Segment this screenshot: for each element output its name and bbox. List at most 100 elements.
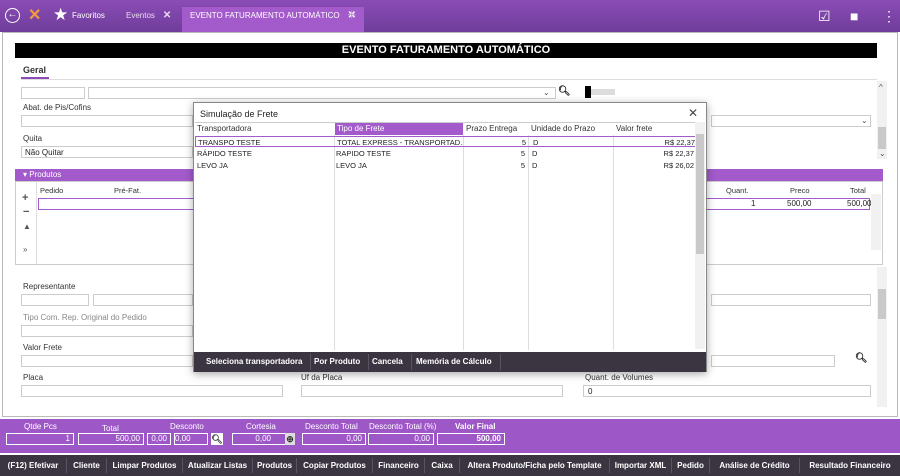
scrollbar[interactable] [877,81,887,159]
desconto-label: Desconto [170,422,204,431]
tipo-com-field[interactable] [21,325,193,337]
altera-produto-button[interactable]: Altera Produto/Ficha pelo Template [460,458,610,473]
quita-select[interactable]: Não Quitar [21,146,193,158]
produtos-button[interactable]: Produtos [253,458,297,473]
col-unidade-prazo[interactable]: Unidade do Prazo [529,123,613,135]
valor-final-label: Valor Final [455,422,496,431]
qtde-pcs-label: Qtde Pcs [24,422,57,431]
totals-bar: Qtde Pcs 1 Total 500,00 Desconto 0,00 0,… [0,419,900,453]
col-prazo-entrega[interactable]: Prazo Entrega [464,123,528,135]
limpar-produtos-button[interactable]: Limpar Produtos [107,458,183,473]
tipo-com-label: Tipo Com. Rep. Original do Pedido [23,313,147,322]
cell-tipo: RAPIDO TESTE [336,149,391,158]
placa-field[interactable] [21,385,283,397]
scrollbar[interactable] [695,122,705,349]
chat-icon[interactable]: ■ [850,8,858,24]
chevron-down-icon[interactable]: ⌄ [861,116,868,125]
right-field-2[interactable] [711,355,835,367]
uf-placa-label: Uf da Placa [301,373,343,382]
right-select[interactable] [711,115,871,127]
table-row[interactable]: TRANSPO TESTE TOTAL EXPRESS - TRANSPORTA… [195,136,696,147]
table-row[interactable]: LEVO JA LEVO JA 5 D R$ 26,02 [195,160,696,171]
seleciona-transportadora-button[interactable]: Seleciona transportadora [198,354,312,370]
tab-label: EVENTO FATURAMENTO AUTOMÁTICO [190,11,340,20]
row-preco: 500,00 [787,199,812,208]
cell-prazo: 5 [520,149,525,158]
desconto-pct-field[interactable]: 0,00 [147,433,171,445]
search-icon[interactable]: 🔍︎ [558,86,571,97]
add-icon[interactable]: + [22,192,28,204]
valor-final-value: 500,00 [437,433,505,445]
move-up-icon[interactable]: ▲ [23,222,31,231]
remove-icon[interactable]: − [23,206,29,218]
copiar-produtos-button[interactable]: Copiar Produtos [297,458,373,473]
caixa-button[interactable]: Caixa [425,458,460,473]
col-preco: Preco [790,186,810,195]
clipboard-icon[interactable]: ☑ [818,8,831,25]
efetivar-button[interactable]: (F12) Efetivar [0,458,67,473]
page-title: EVENTO FATURAMENTO AUTOMÁTICO [15,43,877,58]
scrollbar[interactable] [871,194,881,250]
cell-valor: R$ 22,37 [663,149,694,158]
col-valor-frete[interactable]: Valor frete [614,123,696,135]
scroll-down-icon[interactable]: ⌄ [879,149,886,158]
more-icon[interactable]: ⋮ [882,8,896,25]
back-icon[interactable]: ← [5,8,20,23]
dialog-title: Simulação de Frete [200,109,279,119]
favorites-link[interactable]: Favoritos [72,11,105,20]
valor-frete-field[interactable] [21,355,193,367]
expand-icon[interactable]: » [23,245,27,254]
col-tipo-frete[interactable]: Tipo de Frete [335,123,463,135]
app-logo: ✕ [28,7,42,24]
desconto-field[interactable]: 0,00 [174,433,208,445]
representante-name[interactable] [93,294,193,306]
atualizar-listas-button[interactable]: Atualizar Listas [183,458,253,473]
representante-code[interactable] [21,294,89,306]
cell-transportadora: TRANSPO TESTE [198,138,261,147]
tab-evento-faturamento[interactable]: EVENTO FATURAMENTO AUTOMÁTICO ✕ [182,7,365,32]
close-icon[interactable]: ✕ [163,10,171,21]
abat-field[interactable] [21,115,193,127]
cliente-button[interactable]: Cliente [67,458,107,473]
por-produto-button[interactable]: Por Produto [306,354,370,370]
search-icon[interactable]: ⊕ [285,433,295,445]
cell-unidade: D [533,138,539,147]
col-transportadora[interactable]: Transportadora [195,123,334,135]
quant-volumes-field[interactable]: 0 [583,385,871,397]
desconto-total-pct-label: Desconto Total (%) [369,422,437,431]
memoria-calculo-button[interactable]: Memória de Cálculo [408,354,501,370]
cell-unidade: D [532,149,538,158]
row-total: 500,00 [847,199,872,208]
star-icon[interactable]: ★ [53,5,68,25]
col-total: Total [850,186,866,195]
analise-credito-button[interactable]: Análise de Crédito [710,458,800,473]
uf-placa-field[interactable] [301,385,563,397]
cell-valor: R$ 22,37 [664,138,695,147]
add-tab-icon[interactable]: + [347,7,356,25]
table-row[interactable]: RÁPIDO TESTE RAPIDO TESTE 5 D R$ 22,37 [195,148,696,159]
total-value: 500,00 [78,433,144,445]
desconto-total-label: Desconto Total [305,422,358,431]
simulacao-frete-dialog: Simulação de Frete ✕ Transportadora Tipo… [193,102,707,372]
name-select[interactable] [88,87,556,99]
quita-value: Não Quitar [25,148,64,157]
financeiro-button[interactable]: Financeiro [373,458,425,473]
right-field[interactable] [711,294,871,306]
scrollbar[interactable] [877,267,887,407]
search-icon[interactable]: 🔍︎ [211,433,223,445]
top-bar: ← ✕ ★ Favoritos Eventos ✕ EVENTO FATURAME… [0,0,900,32]
col-prefat: Pré-Fat. [114,186,142,195]
resultado-financeiro-button[interactable]: Resultado Financeiro [800,458,900,473]
tab-eventos[interactable]: Eventos ✕ [118,7,179,32]
code-field[interactable] [21,87,85,99]
close-icon[interactable]: ✕ [688,106,698,120]
chevron-down-icon[interactable]: ⌄ [543,88,550,97]
search-icon[interactable]: 🔍︎ [855,353,868,364]
tab-label: Eventos [126,11,155,20]
cancela-button[interactable]: Cancela [364,354,412,370]
scroll-up-icon[interactable]: ^ [879,83,883,92]
tab-geral[interactable]: Geral [23,65,46,75]
importar-xml-button[interactable]: Importar XML [610,458,672,473]
cortesia-field[interactable]: 0,00 [232,433,286,445]
pedido-button[interactable]: Pedido [672,458,710,473]
